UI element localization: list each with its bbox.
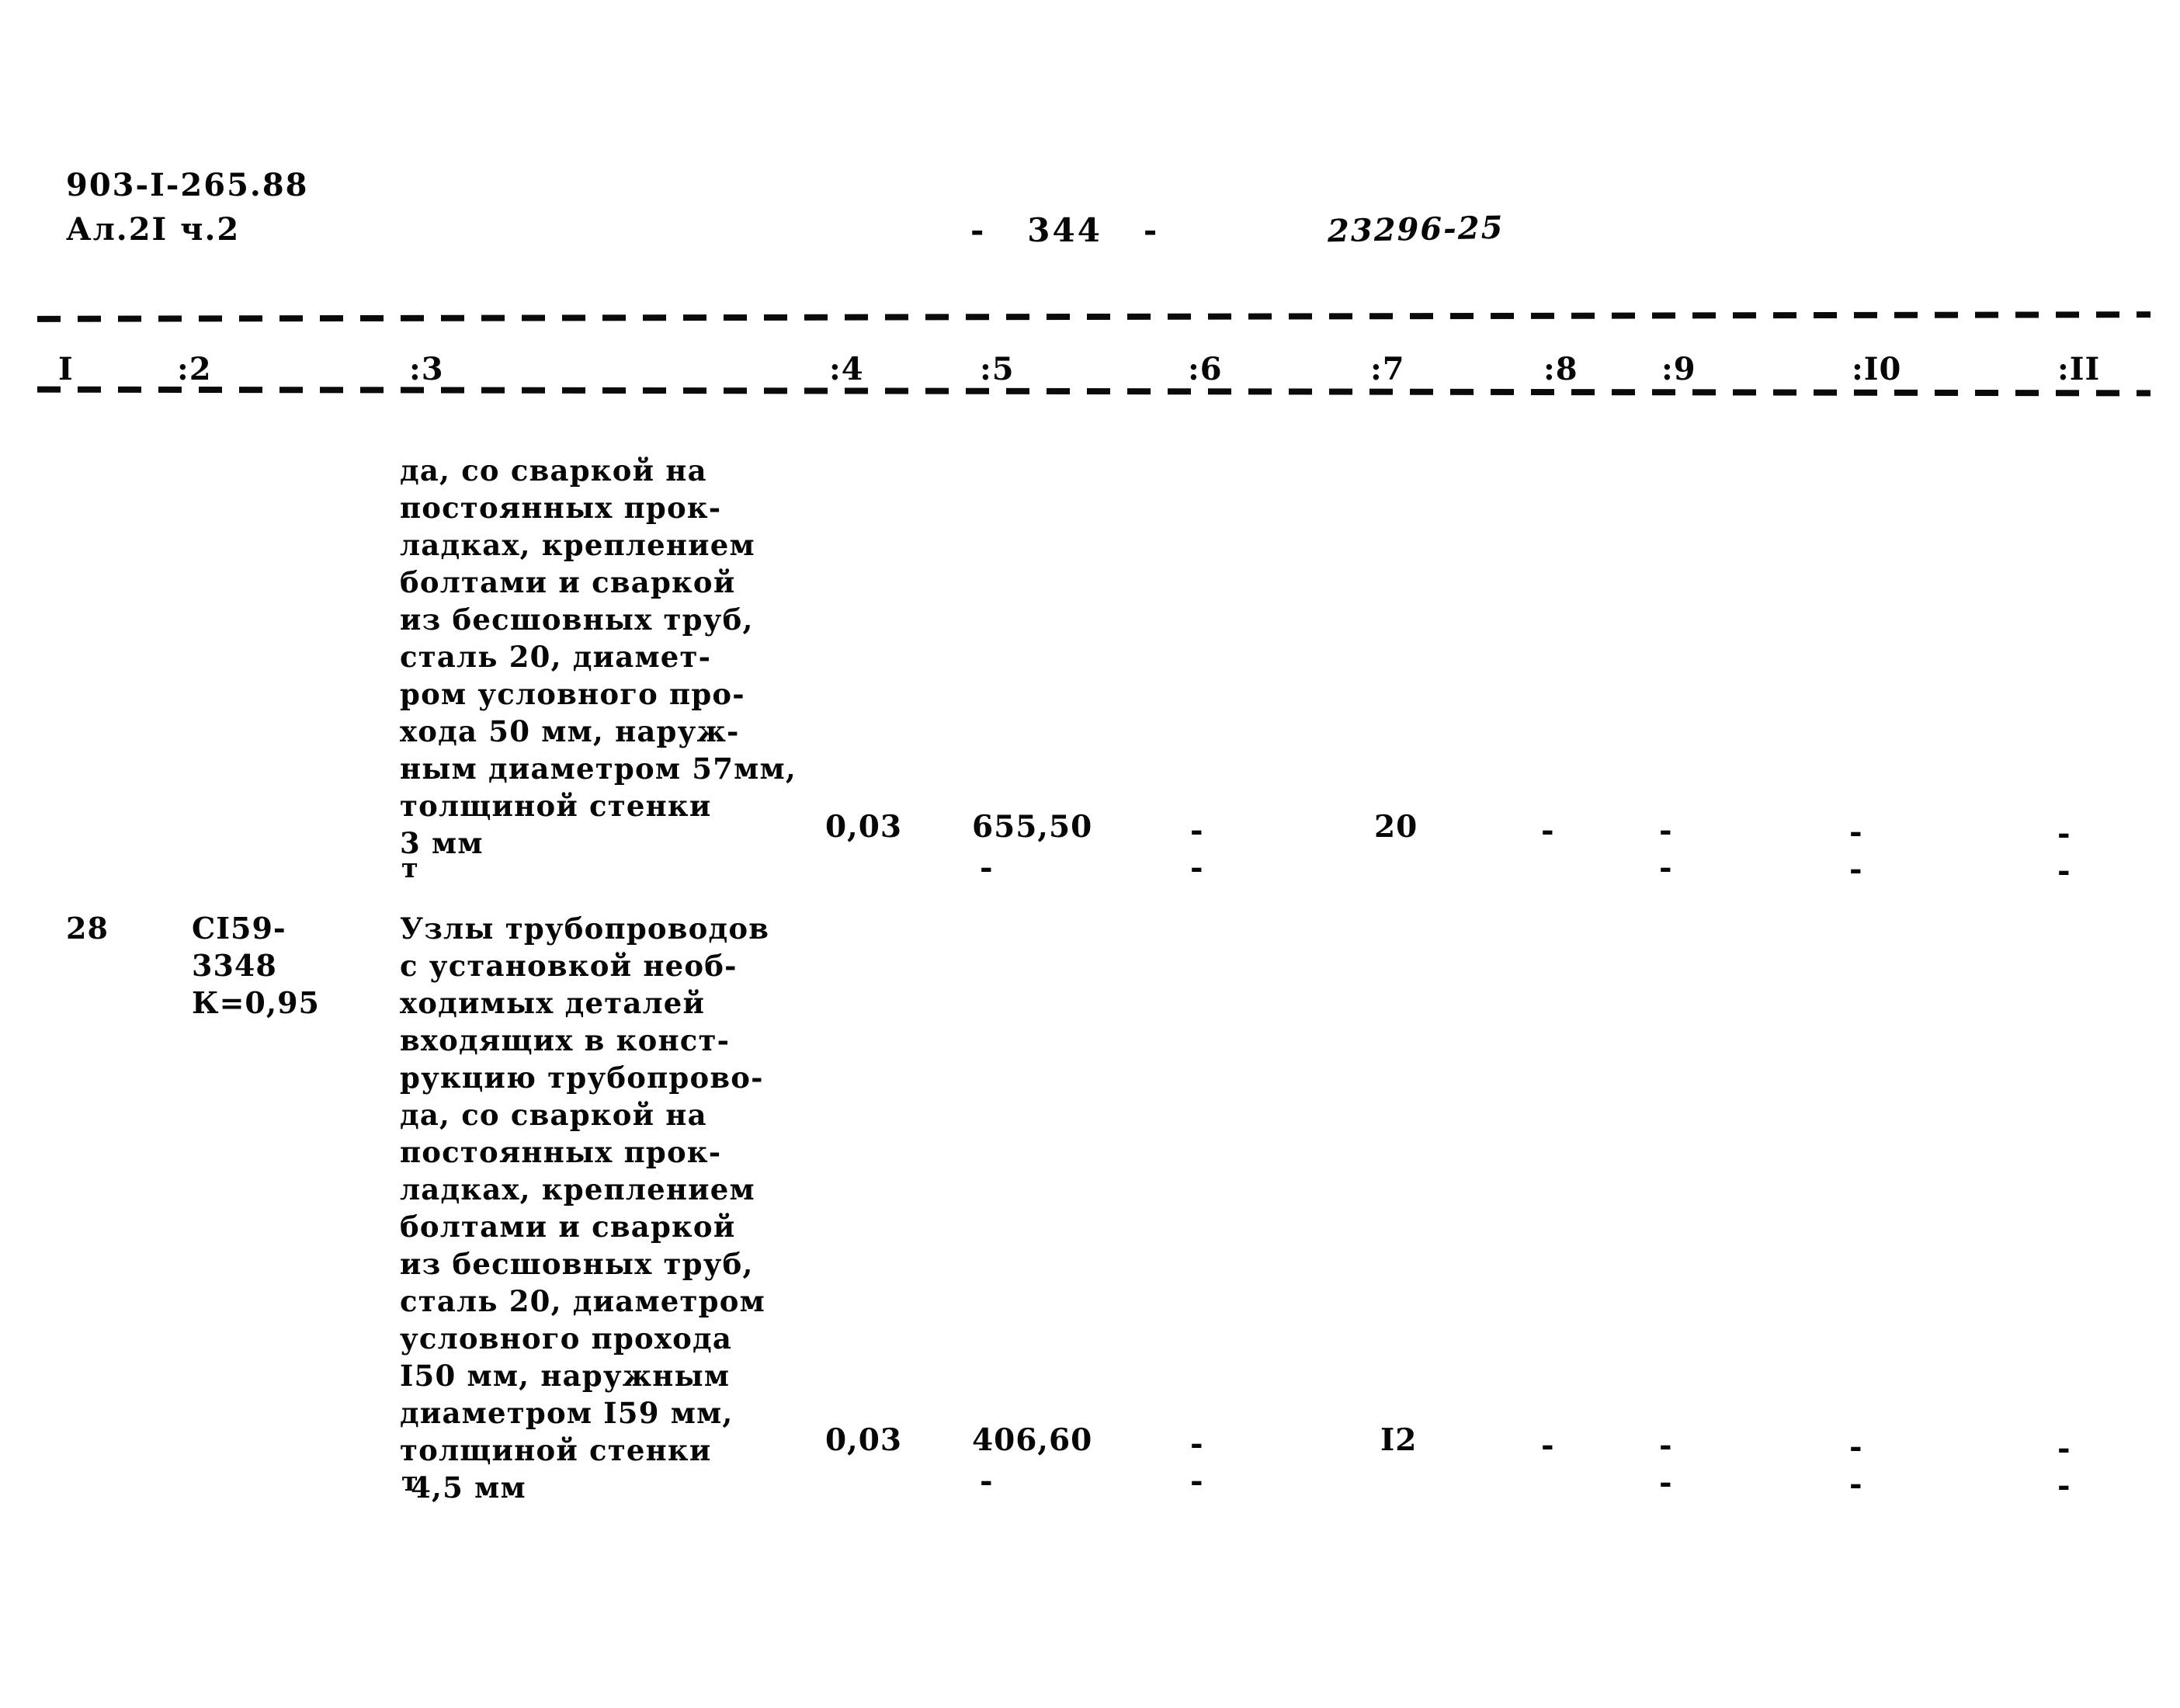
table-row-col6-value-second: -: [1190, 849, 1203, 886]
table-row-col7-value: I2: [1380, 1422, 1418, 1458]
table-row-col11-value-second: -: [2057, 1467, 2071, 1504]
table-row-col6-value: -: [1190, 812, 1203, 849]
table-row-col11-value: -: [2057, 815, 2071, 852]
table-row-code: СI59- 3348 К=0,95: [192, 911, 320, 1020]
table-row-col4-value: 0,03: [825, 809, 902, 845]
table-row-position-number: 28: [66, 911, 109, 946]
table-row-col9-value: -: [1659, 1427, 1672, 1463]
table-row-col11-value-second: -: [2057, 852, 2071, 889]
table-row-col5-value-second: -: [980, 849, 993, 886]
document-code-line-2: Ал.2I ч.2: [66, 211, 241, 248]
column-header-6: :6: [1188, 351, 1223, 387]
table-row-col8-value: -: [1541, 812, 1554, 849]
column-header-10: :I0: [1852, 351, 1902, 387]
table-row-col9-value-second: -: [1659, 1464, 1672, 1501]
table-row-col5-value: 655,50: [972, 809, 1093, 845]
column-header-9: :9: [1661, 351, 1696, 387]
document-code-line-1: 903-I-265.88: [66, 167, 309, 203]
table-row-col10-value: -: [1849, 814, 1862, 850]
page-number-marker: - 344 -: [970, 211, 1160, 249]
table-row-col11-value: -: [2057, 1430, 2071, 1467]
column-header-1: I: [58, 351, 74, 387]
table-row-unit: т: [401, 1466, 418, 1498]
column-header-4: :4: [829, 351, 864, 387]
table-row-col10-value: -: [1849, 1429, 1862, 1465]
table-row-col4-value: 0,03: [825, 1422, 902, 1458]
table-row-col7-value: 20: [1374, 809, 1418, 845]
table-row-col9-value: -: [1659, 812, 1672, 849]
table-row-col5-value: 406,60: [972, 1422, 1093, 1458]
column-header-3: :3: [409, 351, 444, 387]
column-header-7: :7: [1370, 351, 1405, 387]
stamp-number: 23296-25: [1327, 209, 1505, 250]
table-row-col6-value-second: -: [1190, 1463, 1203, 1499]
table-row-description: да, со сваркой на постоянных прок- ладка…: [400, 453, 797, 860]
column-header-8: :8: [1543, 351, 1578, 387]
table-row-description: Узлы трубопроводов с установкой необ- хо…: [400, 911, 770, 1505]
column-header-11: :II: [2057, 351, 2101, 387]
table-top-dashed-rule: [36, 311, 2151, 322]
table-row-col10-value-second: -: [1849, 1466, 1862, 1502]
table-row-col5-value-second: -: [980, 1463, 993, 1499]
table-row-unit: т: [401, 852, 418, 884]
table-row-col6-value: -: [1190, 1425, 1203, 1462]
column-header-5: :5: [980, 351, 1015, 387]
table-row-col8-value: -: [1541, 1427, 1554, 1463]
table-header-dashed-rule: [36, 386, 2151, 397]
table-row-col9-value-second: -: [1659, 849, 1672, 886]
column-header-2: :2: [177, 351, 212, 387]
table-row-col10-value-second: -: [1849, 851, 1862, 887]
document-page: 903-I-265.88 Ал.2I ч.2 - 344 - 23296-25 …: [0, 0, 2180, 1708]
